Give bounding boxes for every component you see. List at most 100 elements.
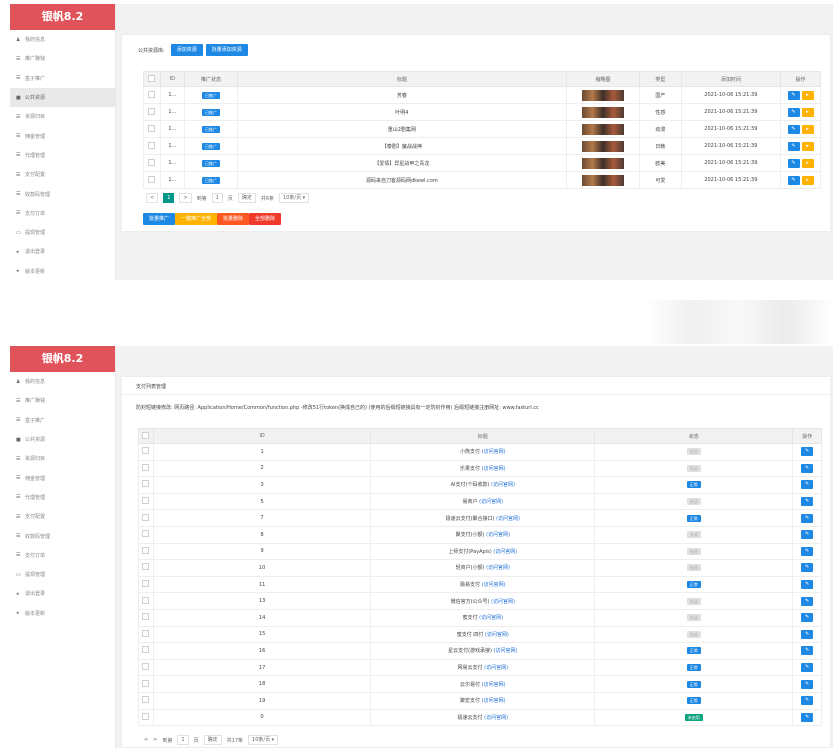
sidebar-item[interactable]: ▭ 提现管理 <box>10 223 115 242</box>
sidebar-item[interactable]: ☰ 盒子推广 <box>10 69 115 88</box>
sidebar-item[interactable]: ■ 公共资源 <box>10 430 115 449</box>
page-input[interactable]: 1 <box>177 735 189 745</box>
edit-icon[interactable]: ✎ <box>787 90 800 100</box>
play-icon[interactable]: ▸ <box>801 90 814 100</box>
confirm-page-button[interactable]: 确定 <box>203 735 222 745</box>
sidebar-item[interactable]: ☰ 推广赚钱 <box>10 391 115 410</box>
delete-all-button[interactable]: 全部删除 <box>249 213 282 225</box>
visit-site-link[interactable]: (访问官网) <box>486 565 510 571</box>
row-checkbox[interactable] <box>142 530 150 538</box>
row-checkbox[interactable] <box>142 712 150 720</box>
play-icon[interactable]: ▸ <box>801 175 814 185</box>
row-checkbox[interactable] <box>142 546 150 554</box>
sidebar-item[interactable]: ◂ 退出登录 <box>10 242 115 261</box>
row-checkbox[interactable] <box>142 480 150 488</box>
row-checkbox[interactable] <box>148 141 156 149</box>
sidebar-item[interactable]: ◂ 版本更新 <box>10 604 115 623</box>
visit-site-link[interactable]: (访问官网) <box>482 466 506 472</box>
edit-icon[interactable]: ✎ <box>801 497 814 507</box>
edit-icon[interactable]: ✎ <box>787 124 800 134</box>
row-checkbox[interactable] <box>148 175 156 183</box>
sidebar-item[interactable]: ☰ 代理管理 <box>10 146 115 165</box>
play-icon[interactable]: ▸ <box>801 107 814 117</box>
edit-icon[interactable]: ✎ <box>801 480 814 490</box>
page-input[interactable]: 1 <box>211 193 223 203</box>
batch-delete-button[interactable]: 批量删除 <box>217 213 250 225</box>
sidebar-item[interactable]: ◂ 退出登录 <box>10 584 115 603</box>
row-checkbox[interactable] <box>142 629 150 637</box>
select-all-checkbox[interactable] <box>142 431 150 439</box>
row-checkbox[interactable] <box>142 563 150 571</box>
row-checkbox[interactable] <box>142 447 150 455</box>
sidebar-item[interactable]: ☰ 支付配置 <box>10 165 115 184</box>
visit-site-link[interactable]: (访问官网) <box>491 482 515 488</box>
edit-icon[interactable]: ✎ <box>801 663 814 673</box>
edit-icon[interactable]: ✎ <box>801 629 814 639</box>
sidebar-item[interactable]: ☰ 资源归目 <box>10 449 115 468</box>
row-checkbox[interactable] <box>142 663 150 671</box>
row-checkbox[interactable] <box>142 613 150 621</box>
row-checkbox[interactable] <box>148 158 156 166</box>
sidebar-item[interactable]: ♟ 我的信息 <box>10 372 115 391</box>
edit-icon[interactable]: ✎ <box>801 447 814 457</box>
edit-icon[interactable]: ✎ <box>801 696 814 706</box>
visit-site-link[interactable]: (访问官网) <box>482 449 506 455</box>
edit-icon[interactable]: ✎ <box>787 107 800 117</box>
edit-icon[interactable]: ✎ <box>801 563 814 573</box>
prev-page-button[interactable]: < <box>146 193 159 203</box>
row-checkbox[interactable] <box>148 90 156 98</box>
visit-site-link[interactable]: (访问官网) <box>482 682 506 688</box>
visit-site-link[interactable]: (访问官网) <box>493 549 517 555</box>
visit-site-link[interactable]: (访问官网) <box>486 532 510 538</box>
edit-icon[interactable]: ✎ <box>801 712 814 722</box>
select-all-checkbox[interactable] <box>148 74 156 82</box>
play-icon[interactable]: ▸ <box>801 158 814 168</box>
visit-site-link[interactable]: (访问官网) <box>479 615 503 621</box>
sidebar-item[interactable]: ♟ 我的信息 <box>10 30 115 49</box>
edit-icon[interactable]: ✎ <box>801 613 814 623</box>
row-checkbox[interactable] <box>142 580 150 588</box>
add-resource-button[interactable]: 添加资源 <box>170 44 203 56</box>
sidebar-item[interactable]: ☰ 资源归目 <box>10 107 115 126</box>
row-checkbox[interactable] <box>142 513 150 521</box>
edit-icon[interactable]: ✎ <box>801 546 814 556</box>
batch-add-resource-button[interactable]: 批量添加资源 <box>205 44 248 56</box>
sidebar-item[interactable]: ☰ 代理管理 <box>10 488 115 507</box>
sidebar-item[interactable]: ☰ 盒子推广 <box>10 411 115 430</box>
sidebar-item[interactable]: ☰ 推广赚钱 <box>10 49 115 68</box>
promote-all-button[interactable]: 一键推广全部 <box>175 213 218 225</box>
play-icon[interactable]: ▸ <box>801 124 814 134</box>
next-page-button[interactable]: > <box>179 193 192 203</box>
edit-icon[interactable]: ✎ <box>787 141 800 151</box>
edit-icon[interactable]: ✎ <box>801 679 814 689</box>
row-checkbox[interactable] <box>148 107 156 115</box>
edit-icon[interactable]: ✎ <box>801 463 814 473</box>
per-page-select[interactable]: 10条/页 ▾ <box>248 735 279 745</box>
sidebar-item[interactable]: ◂ 版本更新 <box>10 262 115 280</box>
edit-icon[interactable]: ✎ <box>801 596 814 606</box>
visit-site-link[interactable]: (访问官网) <box>491 599 515 605</box>
per-page-select[interactable]: 10条/页 ▾ <box>279 193 310 203</box>
play-icon[interactable]: ▸ <box>801 141 814 151</box>
sidebar-item[interactable]: ☰ 支付订单 <box>10 546 115 565</box>
sidebar-item[interactable]: ☰ 佣金管理 <box>10 126 115 145</box>
visit-site-link[interactable]: (访问官网) <box>482 582 506 588</box>
batch-promote-button[interactable]: 批量推广 <box>143 213 176 225</box>
prev-page-button[interactable]: < <box>144 737 148 743</box>
row-checkbox[interactable] <box>142 596 150 604</box>
sidebar-item[interactable]: ▭ 提现管理 <box>10 565 115 584</box>
row-checkbox[interactable] <box>142 497 150 505</box>
sidebar-item[interactable]: ☰ 支付配置 <box>10 507 115 526</box>
edit-icon[interactable]: ✎ <box>787 158 800 168</box>
visit-site-link[interactable]: (访问官网) <box>482 698 506 704</box>
edit-icon[interactable]: ✎ <box>801 530 814 540</box>
visit-site-link[interactable]: (访问官网) <box>484 665 508 671</box>
visit-site-link[interactable]: (访问官网) <box>485 632 509 638</box>
sidebar-item[interactable]: ☰ 佣金管理 <box>10 468 115 487</box>
row-checkbox[interactable] <box>142 646 150 654</box>
edit-icon[interactable]: ✎ <box>801 513 814 523</box>
sidebar-item[interactable]: ■ 公共资源 <box>10 87 115 108</box>
sidebar-item[interactable]: ☰ 收款码管理 <box>10 184 115 203</box>
row-checkbox[interactable] <box>142 679 150 687</box>
visit-site-link[interactable]: (访问官网) <box>484 715 508 721</box>
